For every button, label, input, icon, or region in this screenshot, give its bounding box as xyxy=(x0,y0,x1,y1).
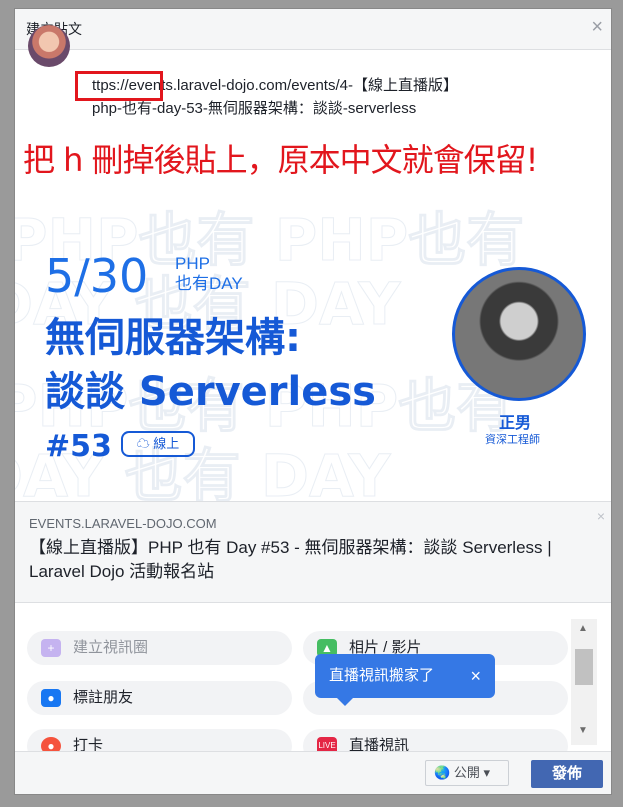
avatar xyxy=(28,25,70,67)
dialog-header: 建立貼文 × xyxy=(15,9,611,50)
scroll-thumb[interactable] xyxy=(575,649,593,685)
event-date: 5/30 xyxy=(45,249,149,303)
speaker-role: 資深工程師 xyxy=(485,434,540,446)
post-actions: + 建立視訊圈 ▲ 相片 / 影片 ● 標註朋友 ● 打卡 LIVE 直播視訊 … xyxy=(15,611,611,751)
action-tag-friends[interactable]: ● 標註朋友 xyxy=(27,681,292,715)
audience-selector[interactable]: 🌏 公開 ▾ xyxy=(425,760,509,786)
create-post-dialog: 建立貼文 × ttps://events.laravel-dojo.com/ev… xyxy=(14,8,612,795)
headline-line2: 談談 Serverless xyxy=(45,369,376,415)
annotation-highlight-box xyxy=(75,71,163,101)
tooltip-text: 直播視訊搬家了 xyxy=(329,667,435,684)
action-label: 標註朋友 xyxy=(73,689,134,706)
live-video-icon: LIVE xyxy=(317,737,337,751)
post-text-line-1[interactable]: ttps://events.laravel-dojo.com/events/4-… xyxy=(92,75,592,96)
action-check-in[interactable]: ● 打卡 xyxy=(27,729,292,751)
scroll-down-icon[interactable]: ▼ xyxy=(578,725,588,736)
online-badge-label: 線上 xyxy=(153,436,180,451)
scroll-up-icon[interactable]: ▲ xyxy=(578,623,588,634)
action-label: 建立視訊圈 xyxy=(73,639,149,656)
headline-line1: 無伺服器架構: xyxy=(45,315,301,361)
event-tag-line2: 也有DAY xyxy=(175,274,243,293)
globe-icon: 🌏 xyxy=(434,765,451,780)
audience-label: 公開 xyxy=(453,765,480,780)
action-video-room[interactable]: + 建立視訊圈 xyxy=(27,631,292,665)
online-badge: ☁ 線上 xyxy=(121,431,195,457)
link-domain: EVENTS.LARAVEL-DOJO.COM xyxy=(29,516,217,531)
close-icon[interactable]: × xyxy=(591,15,603,39)
video-room-icon: + xyxy=(41,639,61,657)
link-title: 【線上直播版】PHP 也有 Day #53 - 無伺服器架構：談談 Server… xyxy=(29,538,552,581)
live-video-tooltip: 直播視訊搬家了 × xyxy=(315,654,495,706)
event-tag-line1: PHP xyxy=(175,254,210,273)
speaker-name: 正男 xyxy=(499,415,532,432)
tooltip-close-icon[interactable]: × xyxy=(470,654,481,698)
dialog-footer: 🌏 公開 ▾ 發佈 xyxy=(15,751,611,794)
post-button[interactable]: 發佈 xyxy=(531,760,603,788)
link-preview-image[interactable]: PHP也有 PHP也有 DAY 也有 DAY PHP也有 PHP也有 DAY 也… xyxy=(15,199,611,501)
action-label: 打卡 xyxy=(73,737,104,751)
actions-scrollbar[interactable]: ▲ ▼ xyxy=(571,619,597,745)
speaker-photo xyxy=(452,267,586,401)
action-label: 直播視訊 xyxy=(349,737,410,751)
remove-preview-icon[interactable]: × xyxy=(597,508,605,524)
event-headline: 無伺服器架構: 談談 Serverless xyxy=(45,311,376,419)
tag-friends-icon: ● xyxy=(41,689,61,707)
action-live-video[interactable]: LIVE 直播視訊 xyxy=(303,729,568,751)
check-in-icon: ● xyxy=(41,737,61,751)
annotation-text: 把 h 刪掉後貼上，原本中文就會保留! xyxy=(23,141,538,179)
event-tag: PHP 也有DAY xyxy=(175,254,243,294)
event-number: #53 xyxy=(45,429,112,464)
post-text-line-2[interactable]: php-也有-day-53-無伺服器架構：談談-serverless xyxy=(92,98,592,119)
link-preview-info[interactable]: EVENTS.LARAVEL-DOJO.COM 【線上直播版】PHP 也有 Da… xyxy=(15,501,611,603)
chevron-down-icon: ▾ xyxy=(483,765,490,780)
